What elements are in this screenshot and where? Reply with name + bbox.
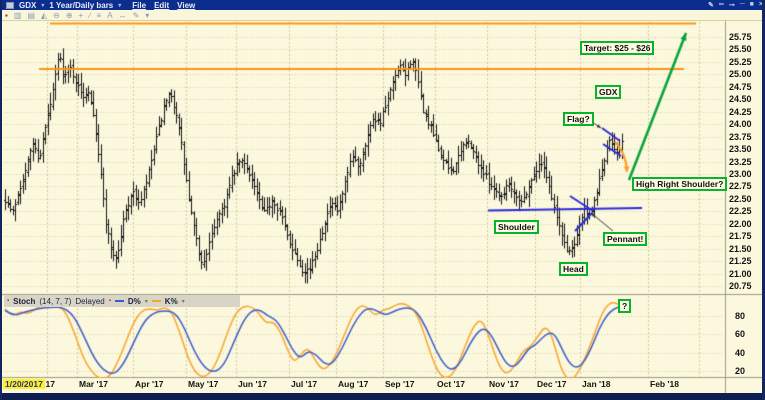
price-tick-label: 23.00 (729, 169, 752, 179)
month-label: Mar '17 (79, 379, 108, 389)
price-tick-label: 22.00 (729, 219, 752, 229)
month-label: May '17 (188, 379, 218, 389)
price-tick-label: 22.25 (729, 206, 752, 216)
annotation-head[interactable]: Head (559, 262, 588, 276)
d-percent-label: D% (128, 297, 141, 306)
price-tick-label: 20.75 (729, 281, 752, 291)
price-tick-label: 24.75 (729, 82, 752, 92)
month-label: Apr '17 (135, 379, 163, 389)
price-tick-label: 25.25 (729, 57, 752, 67)
annotation-target[interactable]: Target: $25 - $26 (580, 41, 654, 55)
month-label: Jun '17 (238, 379, 267, 389)
price-tick-label: 21.25 (729, 256, 752, 266)
annotation-shoulder[interactable]: Shoulder (494, 220, 539, 234)
price-tick-label: 22.50 (729, 194, 752, 204)
stoch-params: (14, 7, 7) (39, 297, 71, 306)
stoch-tick-label: 20 (735, 366, 745, 376)
annotation-gdx[interactable]: GDX (595, 85, 621, 99)
stoch-title: Stoch (13, 297, 35, 306)
annotation-stoch-question[interactable]: ? (618, 299, 631, 313)
price-tick-label: 23.75 (729, 132, 752, 142)
price-and-stoch-chart-canvas[interactable] (2, 0, 765, 400)
app-window: GDX ▾ 1 Year/Daily bars ▾ FileEditView ✎… (0, 0, 765, 400)
stoch-panel-icon: ▪ (7, 298, 9, 304)
stoch-tick-label: 60 (735, 329, 745, 339)
month-label: Sep '17 (385, 379, 414, 389)
annotation-pennant[interactable]: Pennant! (603, 232, 647, 246)
annotation-high-right-shoulder[interactable]: High Right Shoulder? (632, 177, 727, 191)
month-label: Oct '17 (437, 379, 465, 389)
price-tick-label: 23.50 (729, 144, 752, 154)
month-label: Feb '18 (650, 379, 679, 389)
price-tick-label: 24.50 (729, 94, 752, 104)
date-stamp: 1/20/2017 (3, 379, 45, 389)
price-tick-label: 25.00 (729, 69, 752, 79)
price-tick-label: 24.25 (729, 107, 752, 117)
price-tick-label: 21.75 (729, 231, 752, 241)
price-tick-label: 21.50 (729, 244, 752, 254)
stoch-tick-label: 40 (735, 348, 745, 358)
stoch-tick-label: 80 (735, 311, 745, 321)
k-percent-label: K% (165, 297, 178, 306)
price-tick-label: 24.00 (729, 119, 752, 129)
k-percent-dropdown-icon[interactable]: ▾ (182, 298, 185, 305)
annotation-flag[interactable]: Flag? (563, 112, 594, 126)
month-label: Dec '17 (537, 379, 566, 389)
delayed-flag-icon: ▪ (109, 298, 111, 304)
month-label: Jul '17 (291, 379, 317, 389)
price-tick-label: 25.50 (729, 44, 752, 54)
window-bottom-edge (2, 393, 765, 400)
d-percent-swatch (115, 300, 124, 302)
d-percent-dropdown-icon[interactable]: ▾ (145, 298, 148, 305)
price-tick-label: 25.75 (729, 32, 752, 42)
k-percent-swatch (152, 300, 161, 302)
stoch-delayed-label: Delayed (75, 297, 104, 306)
price-tick-label: 22.75 (729, 181, 752, 191)
month-label: Aug '17 (338, 379, 368, 389)
month-label: Nov '17 (489, 379, 519, 389)
price-tick-label: 23.25 (729, 157, 752, 167)
month-label: Jan '18 (582, 379, 610, 389)
price-tick-label: 21.00 (729, 269, 752, 279)
stoch-panel-header: ▪ Stoch (14, 7, 7) Delayed ▪ D% ▾ K% ▾ (4, 295, 240, 307)
